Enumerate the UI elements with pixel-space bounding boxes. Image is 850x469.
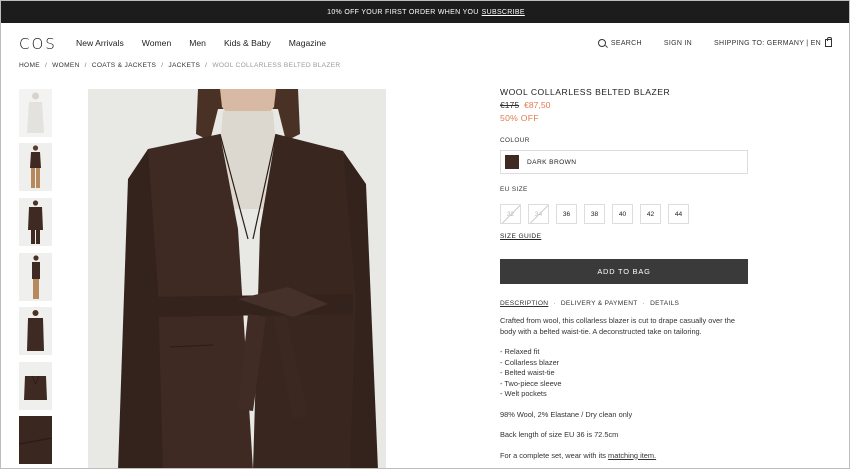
nav-kids-baby[interactable]: Kids & Baby: [224, 38, 271, 48]
thumbnail-2[interactable]: [19, 143, 52, 191]
price-row: €175 €87,50: [500, 100, 748, 110]
add-to-bag-button[interactable]: ADD TO BAG: [500, 259, 748, 284]
thumbnail-3[interactable]: [19, 198, 52, 246]
page-frame: 10% OFF YOUR FIRST ORDER WHEN YOU SUBSCR…: [0, 0, 850, 469]
search-button[interactable]: SEARCH: [597, 39, 642, 47]
feature-item: - Collarless blazer: [500, 357, 560, 367]
breadcrumb-separator: /: [84, 62, 87, 69]
nav-new-arrivals[interactable]: New Arrivals: [76, 38, 124, 48]
thumbnail-7[interactable]: [19, 416, 52, 464]
site-header: COS New Arrivals Women Men Kids & Baby M…: [1, 23, 849, 63]
colour-label: COLOUR: [500, 137, 530, 144]
promo-text: 10% OFF YOUR FIRST ORDER WHEN YOU: [327, 8, 479, 16]
thumbnail-6[interactable]: [19, 362, 52, 410]
size-guide-link[interactable]: SIZE GUIDE: [500, 233, 541, 240]
thumbnail-5[interactable]: [19, 307, 52, 355]
shipping-label: SHIPPING TO: GERMANY | EN: [714, 39, 821, 47]
discount-badge: 50% OFF: [500, 113, 539, 123]
colour-name: DARK BROWN: [527, 158, 577, 166]
colour-selector[interactable]: DARK BROWN: [500, 150, 748, 174]
size-label: EU SIZE: [500, 186, 528, 193]
breadcrumb-home[interactable]: HOME: [19, 62, 40, 69]
shopping-bag-icon[interactable]: [825, 37, 832, 47]
info-tabs: DESCRIPTION · DELIVERY & PAYMENT · DETAI…: [500, 300, 679, 307]
size-option-36[interactable]: 36: [556, 204, 577, 224]
tab-separator: ·: [642, 300, 646, 307]
tab-description[interactable]: DESCRIPTION: [500, 300, 548, 307]
thumbnail-4[interactable]: [19, 253, 52, 301]
breadcrumb-women[interactable]: WOMEN: [52, 62, 80, 69]
breadcrumb: HOME / WOMEN / COATS & JACKETS / JACKETS…: [19, 62, 340, 69]
sign-in-label: SIGN IN: [663, 39, 693, 47]
subscribe-link[interactable]: SUBSCRIBE: [482, 9, 525, 16]
cos-logo[interactable]: COS: [19, 35, 57, 53]
promo-bar: 10% OFF YOUR FIRST ORDER WHEN YOU SUBSCR…: [1, 1, 849, 23]
sign-in-link[interactable]: SIGN IN: [664, 40, 692, 47]
breadcrumb-separator: /: [205, 62, 208, 69]
breadcrumb-coats-jackets[interactable]: COATS & JACKETS: [92, 62, 156, 69]
tab-separator: ·: [553, 300, 556, 307]
back-length-text: Back length of size EU 36 is 72.5cm: [500, 430, 619, 439]
tab-delivery-payment[interactable]: DELIVERY & PAYMENT: [561, 300, 638, 307]
size-option-40[interactable]: 40: [612, 204, 633, 224]
description-content: Crafted from wool, this collarless blaze…: [500, 316, 748, 468]
product-title: WOOL COLLARLESS BELTED BLAZER: [500, 87, 671, 97]
size-options: 32 34 36 38 40 42 44: [500, 204, 696, 224]
feature-item: - Relaxed fit: [500, 347, 540, 356]
matching-item-link[interactable]: matching item.: [608, 451, 656, 460]
nav-men[interactable]: Men: [189, 38, 206, 48]
search-icon: [597, 39, 606, 47]
size-option-34[interactable]: 34: [528, 204, 549, 224]
colour-swatch: [505, 155, 519, 169]
product-info-panel: WOOL COLLARLESS BELTED BLAZER €175 €87,50…: [500, 87, 748, 460]
original-price: €175: [500, 100, 520, 110]
main-product-image[interactable]: [88, 89, 386, 468]
description-text: Crafted from wool, this collarless blaze…: [500, 316, 735, 336]
nav-women[interactable]: Women: [142, 38, 171, 48]
breadcrumb-separator: /: [161, 62, 164, 69]
composition-text: 98% Wool, 2% Elastane / Dry clean only: [500, 409, 633, 419]
size-option-44[interactable]: 44: [668, 204, 689, 224]
search-label: SEARCH: [610, 39, 642, 47]
size-option-32[interactable]: 32: [500, 204, 521, 224]
feature-item: - Two-piece sleeve: [500, 378, 562, 388]
main-nav: New Arrivals Women Men Kids & Baby Magaz…: [76, 38, 344, 48]
breadcrumb-separator: /: [44, 62, 48, 69]
header-utilities: SEARCH SIGN IN SHIPPING TO: GERMANY | EN: [576, 39, 821, 47]
shipping-selector[interactable]: SHIPPING TO: GERMANY | EN: [714, 40, 821, 47]
feature-list: - Relaxed fit - Collarless blazer - Belt…: [500, 347, 748, 400]
feature-item: - Welt pockets: [500, 389, 547, 398]
complete-set-text: For a complete set, wear with its: [500, 450, 606, 460]
thumbnail-1[interactable]: [19, 89, 52, 137]
complete-set-row: For a complete set, wear with its matchi…: [500, 451, 748, 462]
nav-magazine[interactable]: Magazine: [289, 38, 326, 48]
breadcrumb-current: WOOL COLLARLESS BELTED BLAZER: [212, 62, 341, 69]
tab-details[interactable]: DETAILS: [650, 300, 679, 307]
feature-item: - Belted waist-tie: [500, 368, 555, 377]
sale-price: €87,50: [524, 100, 551, 110]
size-option-42[interactable]: 42: [640, 204, 661, 224]
size-option-38[interactable]: 38: [584, 204, 605, 224]
breadcrumb-jackets[interactable]: JACKETS: [168, 62, 200, 69]
